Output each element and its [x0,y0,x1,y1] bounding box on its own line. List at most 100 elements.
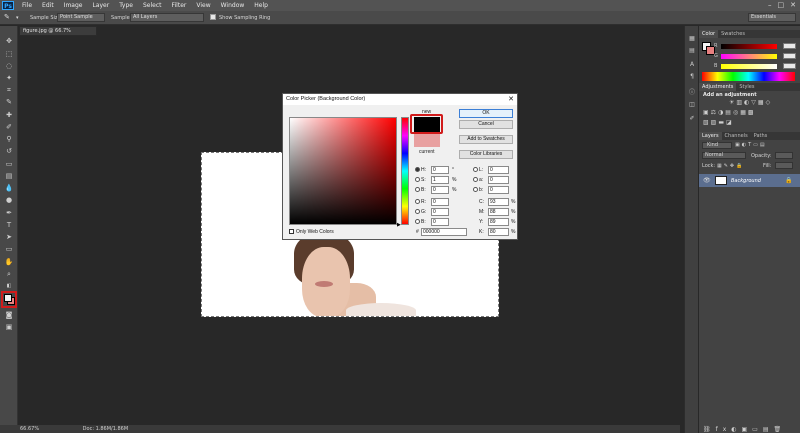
blue-field[interactable]: 0 [431,218,449,226]
tab-layers[interactable]: Layers [699,132,722,140]
fill-field[interactable] [775,162,793,169]
screen-mode-icon[interactable]: ▣ [3,322,15,332]
black-field[interactable]: 80 [488,228,509,236]
adjustment-icons-row-3[interactable]: ▧▨▬◪ [703,119,734,126]
red-slider[interactable]: R [714,43,796,49]
move-tool-icon[interactable]: ✥ [3,36,15,46]
workspace-select[interactable]: Essentials [748,13,796,22]
properties-panel-icon[interactable]: ▤ [687,46,697,56]
green-value-field[interactable] [783,53,796,59]
hue-radio[interactable] [415,167,420,173]
red-field[interactable]: 0 [431,198,449,206]
lightness-field[interactable]: 0 [488,166,509,174]
hex-field[interactable]: 000000 [421,228,467,236]
close-button[interactable]: ✕ [790,1,796,10]
ok-button[interactable]: OK [459,109,513,118]
minimize-button[interactable]: – [768,1,772,10]
only-web-colors-option[interactable]: Only Web Colors [289,229,334,235]
menu-edit[interactable]: Edit [37,0,59,11]
opacity-field[interactable] [775,152,793,159]
clone-stamp-tool-icon[interactable]: ⚲ [3,134,15,144]
b-radio[interactable] [473,187,478,193]
eyedropper-tool-icon[interactable]: ✎ [3,97,15,107]
maximize-button[interactable]: □ [778,1,785,10]
navigator-panel-icon[interactable]: ◫ [687,100,697,110]
only-web-colors-checkbox[interactable] [289,229,294,235]
brush-panel-icon[interactable]: ✐ [687,114,697,124]
hue-slider[interactable] [401,117,409,225]
a-radio[interactable] [473,177,478,183]
menu-view[interactable]: View [191,0,215,11]
blue-slider[interactable]: B [714,63,796,69]
blur-tool-icon[interactable]: 💧 [3,183,15,193]
menu-help[interactable]: Help [249,0,273,11]
tab-color[interactable]: Color [699,30,719,38]
sample-select[interactable]: All Layers [130,13,204,22]
a-field[interactable]: 0 [488,176,509,184]
cyan-field[interactable]: 93 [488,198,509,206]
blend-mode-select[interactable]: Normal [702,152,746,159]
eraser-tool-icon[interactable]: ▭ [3,159,15,169]
brightness-field[interactable]: 0 [431,186,449,194]
close-icon[interactable]: ✕ [508,94,514,105]
marquee-tool-icon[interactable]: ⬚ [3,49,15,59]
healing-brush-tool-icon[interactable]: ✚ [3,110,15,120]
sample-size-select[interactable]: Point Sample [57,13,105,22]
document-tab[interactable]: figure.jpg @ 66.7% (RGB/8#) * × [19,26,97,43]
menu-layer[interactable]: Layer [87,0,114,11]
menu-file[interactable]: File [17,0,37,11]
green-field[interactable]: 0 [431,208,449,216]
gradient-tool-icon[interactable]: ▤ [3,171,15,181]
menu-type[interactable]: Type [114,0,138,11]
tab-swatches[interactable]: Swatches [718,30,748,38]
character-panel-icon[interactable]: A [687,60,697,70]
paragraph-panel-icon[interactable]: ¶ [687,72,697,82]
lock-icons[interactable]: ▦✎✥🔒 [717,163,744,169]
hand-tool-icon[interactable]: ✋ [3,257,15,267]
add-to-swatches-button[interactable]: Add to Swatches [459,135,513,144]
tool-preset-arrow-icon[interactable]: ▾ [16,15,19,21]
zoom-tool-icon[interactable]: ⌕ [3,269,15,279]
green-slider[interactable]: G [714,53,796,59]
menu-select[interactable]: Select [138,0,167,11]
saturation-brightness-field[interactable] [289,117,397,225]
magenta-field[interactable]: 88 [488,208,509,216]
menu-window[interactable]: Window [216,0,250,11]
dodge-tool-icon[interactable]: ● [3,195,15,205]
lightness-radio[interactable] [473,167,478,173]
sampling-ring-checkbox[interactable] [210,14,216,20]
default-colors-icon[interactable]: ◧ [3,281,15,291]
red-value-field[interactable] [783,43,796,49]
shape-tool-icon[interactable]: ▭ [3,244,15,254]
layers-kind-filter[interactable]: Kind [702,142,732,149]
current-color-swatch[interactable] [414,132,440,147]
tab-styles[interactable]: Styles [736,83,757,91]
layers-footer-icons[interactable]: ⛓fx◐▣▭▤🗑 [703,426,786,433]
hue-field[interactable]: 0 [431,166,449,174]
brightness-radio[interactable] [415,187,420,193]
path-selection-tool-icon[interactable]: ➤ [3,232,15,242]
visibility-eye-icon[interactable]: 👁 [703,177,711,184]
color-libraries-button[interactable]: Color Libraries [459,150,513,159]
saturation-field[interactable]: 1 [431,176,449,184]
info-panel-icon[interactable]: ⓘ [687,88,697,98]
red-radio[interactable] [415,199,420,205]
tab-channels[interactable]: Channels [722,132,751,140]
adjustment-icons-row-1[interactable]: ☀▥◐▽▦◇ [729,99,772,106]
brush-tool-icon[interactable]: ✐ [3,122,15,132]
foreground-color-swatch[interactable] [4,294,12,302]
blue-value-field[interactable] [783,63,796,69]
type-tool-icon[interactable]: T [3,220,15,230]
b-field[interactable]: 0 [488,186,509,194]
tab-paths[interactable]: Paths [751,132,771,140]
cancel-button[interactable]: Cancel [459,120,513,129]
eyedropper-tool-icon[interactable]: ✎ [4,13,10,21]
crop-tool-icon[interactable]: ⌗ [3,85,15,95]
saturation-radio[interactable] [415,177,420,183]
history-panel-icon[interactable]: ▦ [687,34,697,44]
tab-adjustments[interactable]: Adjustments [699,83,737,91]
hue-slider-arrow-icon[interactable]: ▶ [397,222,401,228]
green-radio[interactable] [415,209,420,215]
menu-filter[interactable]: Filter [167,0,192,11]
blue-radio[interactable] [415,219,420,225]
